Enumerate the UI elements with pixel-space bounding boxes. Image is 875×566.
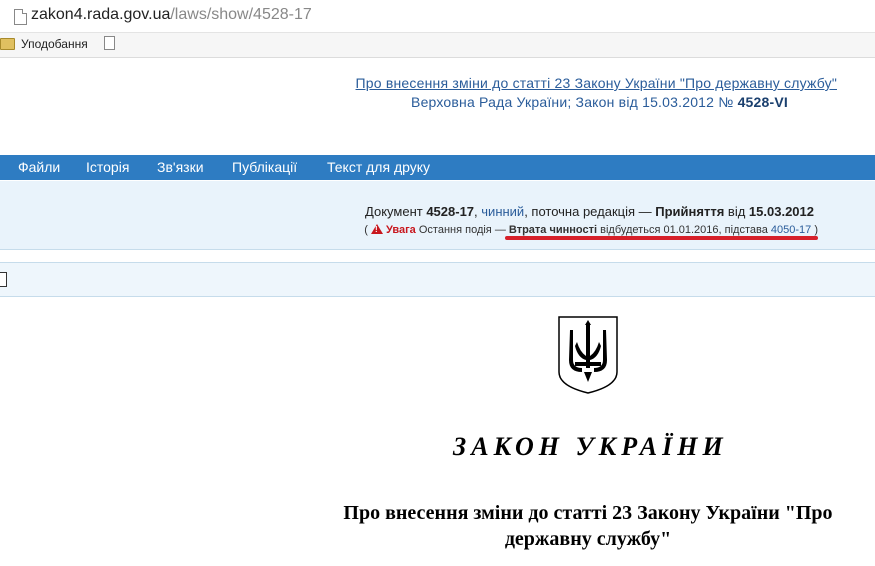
law-subject-line-2: державну службу"	[504, 528, 672, 550]
address-bar[interactable]: zakon4.rada.gov.ua/laws/show/4528-17	[0, 0, 875, 33]
menu-item-files[interactable]: Файли	[18, 159, 60, 175]
adoption-date: 15.03.2012	[748, 204, 814, 219]
last-event-label: Остання подія —	[418, 224, 506, 236]
event-name: Втрата чинності	[508, 224, 598, 236]
edition-text: , поточна редакція —	[524, 204, 652, 219]
law-subtitle: Верховна Рада України; Закон від 15.03.2…	[411, 94, 788, 110]
law-number: 4528-VI	[737, 94, 788, 110]
document-status-line: Документ 4528-17, чинний, поточна редакц…	[365, 204, 814, 219]
page-bookmark-icon[interactable]	[104, 36, 115, 50]
bookmarks-bar: Уподобання	[0, 33, 875, 58]
url-path: /laws/show/4528-17	[170, 6, 312, 23]
document-icon[interactable]	[0, 272, 7, 287]
menu-item-relations[interactable]: Зв'язки	[157, 159, 204, 175]
basis-link[interactable]: 4050-17	[771, 224, 811, 236]
url-host: zakon4.rada.gov.ua	[31, 6, 171, 23]
warning-line: ( Увага Остання подія — Втрата чинності …	[364, 223, 818, 236]
event-text: відбудеться 01.01.2016, підстава	[600, 224, 768, 236]
main-menu: Файли Історія Зв'язки Публікації Текст д…	[0, 155, 875, 180]
adoption-from: від	[727, 204, 746, 219]
menu-item-publications[interactable]: Публікації	[232, 159, 297, 175]
open-paren: (	[364, 224, 368, 236]
law-heading: ЗАКОН УКРАЇНИ	[453, 432, 728, 461]
menu-item-history[interactable]: Історія	[86, 159, 129, 175]
doc-label: Документ	[365, 204, 423, 219]
folder-icon[interactable]	[0, 38, 15, 50]
red-underline-annotation	[505, 236, 818, 240]
document-toolbar	[0, 262, 875, 297]
doc-number: 4528-17	[426, 204, 475, 219]
page-icon	[14, 9, 27, 25]
url-text[interactable]: zakon4.rada.gov.ua/laws/show/4528-17	[31, 6, 312, 24]
warning-icon	[370, 224, 383, 234]
close-paren: )	[814, 224, 818, 236]
coat-of-arms-icon	[558, 316, 618, 394]
law-subject: Про внесення зміни до статті 23 Закону У…	[318, 500, 858, 552]
menu-item-print-text[interactable]: Текст для друку	[327, 159, 430, 175]
bookmarks-folder-label[interactable]: Уподобання	[21, 37, 88, 51]
law-subject-line-1: Про внесення зміни до статті 23 Закону У…	[343, 502, 833, 524]
warning-label: Увага	[385, 224, 416, 236]
law-title-link[interactable]: Про внесення зміни до статті 23 Закону У…	[356, 75, 837, 91]
subtitle-prefix: Верховна Рада України; Закон від 15.03.2…	[411, 94, 734, 110]
adoption-label: Прийняття	[655, 204, 725, 219]
status-link[interactable]: чинний	[481, 204, 524, 219]
